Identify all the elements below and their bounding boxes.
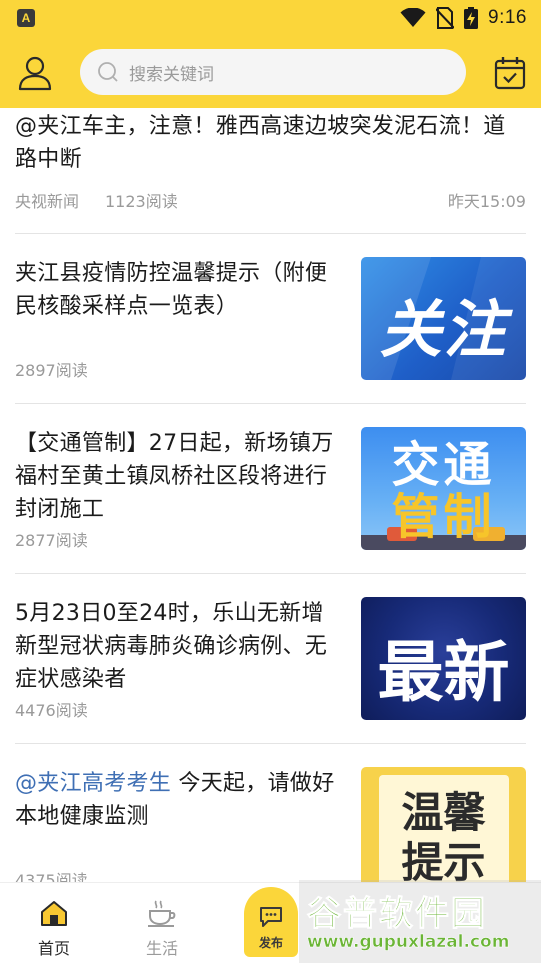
divider (15, 233, 526, 234)
news-title: @夹江车主，注意！雅西高速边坡突发泥石流！道路中断 (15, 114, 506, 172)
coffee-cup-icon (148, 900, 176, 927)
nav-item-home[interactable]: 首页 (24, 899, 84, 959)
publish-button[interactable]: 发布 (244, 887, 298, 957)
news-time: 昨天15:09 (447, 192, 526, 211)
news-thumbnail: 关注 (361, 257, 526, 380)
chat-bubble-icon (260, 907, 282, 927)
watermark: 谷普软件园 www.gupuxlazal.com (299, 880, 541, 963)
header: 搜索关键词 (0, 36, 541, 108)
divider (15, 573, 526, 574)
user-profile-icon[interactable] (17, 55, 53, 91)
news-title: 5月23日0至24时，乐山无新增新型冠状病毒肺炎确诊病例、无症状感染者 (15, 601, 328, 692)
news-reads: 2897阅读 (15, 361, 88, 380)
calendar-check-icon[interactable] (494, 56, 526, 90)
news-item[interactable]: 【交通管制】27日起，新场镇万福村至黄土镇凤桥社区段将进行封闭施工 2877阅读… (15, 427, 526, 557)
search-placeholder: 搜索关键词 (129, 64, 214, 85)
divider (15, 403, 526, 404)
search-bar[interactable]: 搜索关键词 (80, 49, 466, 95)
news-reads: 1123阅读 (105, 192, 178, 211)
news-title: 夹江县疫情防控温馨提示（附便民核酸采样点一览表） (15, 261, 328, 319)
news-title-tag[interactable]: @夹江高考考生 (15, 771, 171, 796)
news-item[interactable]: 5月23日0至24时，乐山无新增新型冠状病毒肺炎确诊病例、无症状感染者 4476… (15, 597, 526, 727)
divider (15, 743, 526, 744)
search-icon (98, 62, 118, 82)
news-item[interactable]: @夹江高考考生 今天起，请做好本地健康监测 4375阅读 温馨 提示 (15, 767, 526, 882)
status-icons: 9:16 (400, 7, 527, 29)
home-icon (41, 901, 67, 926)
nav-item-life[interactable]: 生活 (132, 899, 192, 959)
news-reads: 4375阅读 (15, 871, 88, 882)
watermark-title: 谷普软件园 (307, 894, 487, 935)
news-item[interactable]: 夹江县疫情防控温馨提示（附便民核酸采样点一览表） 2897阅读 关注 (15, 257, 526, 387)
status-bar: A 9:16 (0, 0, 541, 36)
news-item[interactable]: @夹江车主，注意！雅西高速边坡突发泥石流！道路中断 央视新闻 1123阅读 昨天… (15, 110, 526, 220)
no-sim-icon (436, 7, 455, 29)
news-title: @夹江高考考生 今天起，请做好本地健康监测 (15, 767, 337, 833)
thumbnail-text: 最新 (377, 634, 510, 711)
nav-label-life: 生活 (145, 939, 178, 958)
news-source: 央视新闻 (15, 192, 80, 211)
news-list[interactable]: @夹江车主，注意！雅西高速边坡突发泥石流！道路中断 央视新闻 1123阅读 昨天… (0, 108, 541, 882)
battery-charging-icon (464, 7, 479, 29)
thumbnail-text: 管制 (391, 489, 496, 545)
watermark-url: www.gupuxlazal.com (307, 932, 510, 953)
news-title: 【交通管制】27日起，新场镇万福村至黄土镇凤桥社区段将进行封闭施工 (15, 431, 334, 522)
news-reads: 4476阅读 (15, 701, 88, 720)
news-thumbnail: 最新 (361, 597, 526, 720)
app-notification-icon: A (17, 9, 35, 27)
nav-label-home: 首页 (37, 939, 70, 958)
news-thumbnail: 温馨 提示 (361, 767, 526, 882)
news-reads: 2877阅读 (15, 531, 88, 550)
thumbnail-text: 关注 (379, 293, 508, 366)
clock: 9:16 (488, 7, 527, 28)
news-thumbnail: 交通 管制 (361, 427, 526, 550)
publish-label: 发布 (258, 936, 283, 950)
thumbnail-text: 提示 (401, 838, 486, 882)
wifi-icon (400, 8, 426, 27)
